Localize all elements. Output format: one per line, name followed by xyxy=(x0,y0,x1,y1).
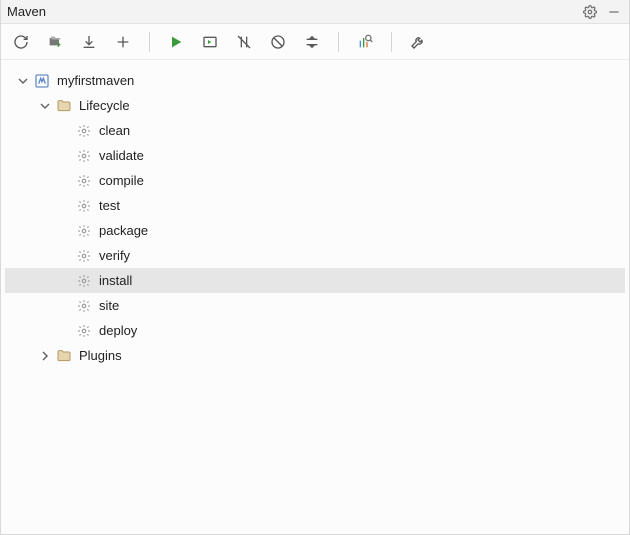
project-label: myfirstmaven xyxy=(57,68,134,93)
lifecycle-goal-install[interactable]: install xyxy=(5,268,625,293)
plugins-label: Plugins xyxy=(79,343,122,368)
settings-icon[interactable] xyxy=(581,3,599,21)
lifecycle-goal-compile[interactable]: compile xyxy=(5,168,625,193)
toolbar-separator xyxy=(338,32,339,52)
lifecycle-goal-deploy[interactable]: deploy xyxy=(5,318,625,343)
goal-label: clean xyxy=(99,118,130,143)
gear-icon xyxy=(75,147,93,165)
folder-icon xyxy=(55,347,73,365)
gear-icon xyxy=(75,322,93,340)
download-sources-button[interactable] xyxy=(79,32,99,52)
maven-tree: myfirstmaven Lifecycle cleanvalidatecomp… xyxy=(1,60,629,376)
goal-label: verify xyxy=(99,243,130,268)
collapse-all-button[interactable] xyxy=(302,32,322,52)
goal-label: test xyxy=(99,193,120,218)
panel-title: Maven xyxy=(7,4,575,19)
goal-label: package xyxy=(99,218,148,243)
gear-icon xyxy=(75,247,93,265)
reload-all-projects-button[interactable] xyxy=(11,32,31,52)
chevron-right-icon xyxy=(37,351,53,361)
maven-settings-button[interactable] xyxy=(408,32,428,52)
project-node[interactable]: myfirstmaven xyxy=(5,68,625,93)
lifecycle-goal-clean[interactable]: clean xyxy=(5,118,625,143)
toggle-skip-tests-button[interactable] xyxy=(268,32,288,52)
toggle-offline-mode-button[interactable] xyxy=(234,32,254,52)
goal-label: compile xyxy=(99,168,144,193)
generate-sources-button[interactable] xyxy=(45,32,65,52)
lifecycle-goal-site[interactable]: site xyxy=(5,293,625,318)
toolbar-separator xyxy=(149,32,150,52)
gear-icon xyxy=(75,272,93,290)
run-maven-build-button[interactable] xyxy=(166,32,186,52)
lifecycle-node[interactable]: Lifecycle xyxy=(5,93,625,118)
chevron-down-icon xyxy=(15,76,31,86)
gear-icon xyxy=(75,222,93,240)
gear-icon xyxy=(75,172,93,190)
plugins-node[interactable]: Plugins xyxy=(5,343,625,368)
chevron-down-icon xyxy=(37,101,53,111)
toolbar-separator xyxy=(391,32,392,52)
show-dependencies-button[interactable] xyxy=(355,32,375,52)
toolbar xyxy=(1,24,629,60)
gear-icon xyxy=(75,197,93,215)
goal-label: deploy xyxy=(99,318,137,343)
folder-icon xyxy=(55,97,73,115)
lifecycle-goal-test[interactable]: test xyxy=(5,193,625,218)
goal-label: validate xyxy=(99,143,144,168)
goal-label: install xyxy=(99,268,132,293)
lifecycle-label: Lifecycle xyxy=(79,93,130,118)
goal-label: site xyxy=(99,293,119,318)
lifecycle-goal-verify[interactable]: verify xyxy=(5,243,625,268)
minimize-icon[interactable] xyxy=(605,3,623,21)
gear-icon xyxy=(75,122,93,140)
lifecycle-goal-validate[interactable]: validate xyxy=(5,143,625,168)
add-maven-project-button[interactable] xyxy=(113,32,133,52)
module-icon xyxy=(33,72,51,90)
lifecycle-goal-package[interactable]: package xyxy=(5,218,625,243)
titlebar: Maven xyxy=(1,0,629,24)
run-configurations-button[interactable] xyxy=(200,32,220,52)
gear-icon xyxy=(75,297,93,315)
